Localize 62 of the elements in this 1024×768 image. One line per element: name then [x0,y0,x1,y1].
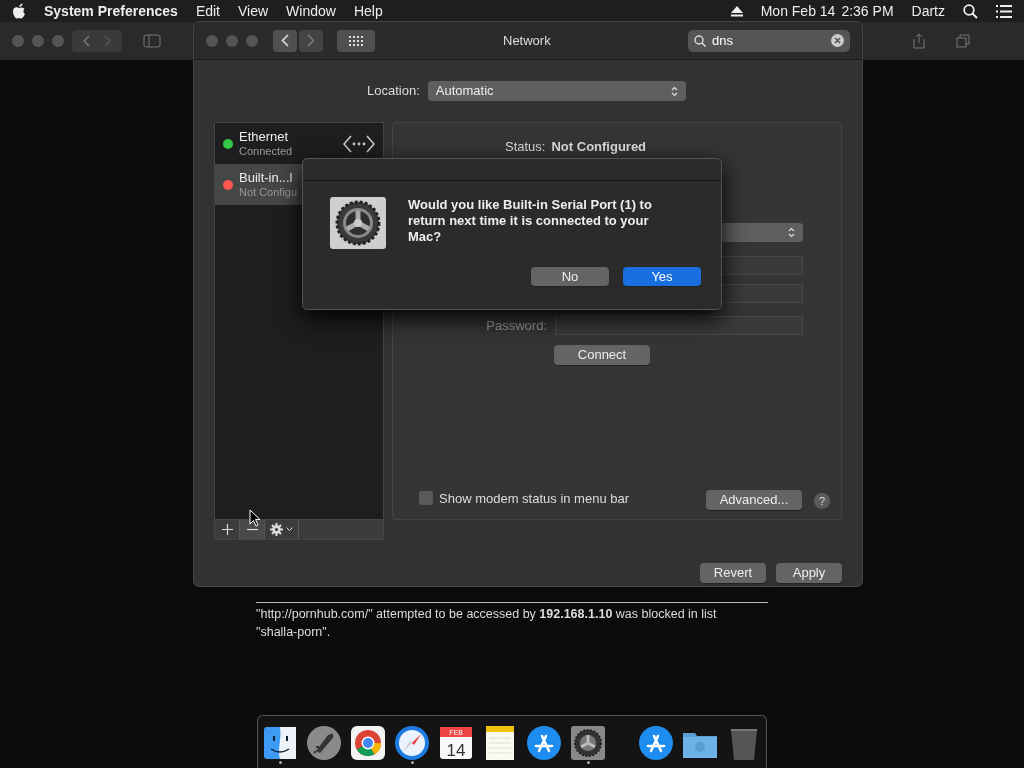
gear-icon [330,197,386,249]
footer-button[interactable]: Revert [700,563,766,583]
duplicate-icon[interactable] [956,34,970,48]
password-field[interactable] [555,315,803,335]
app-menu[interactable]: System Preferences [44,0,178,22]
blocked-notice: "http://pornhub.com/" attempted to be accessed by 192.168.1.10 was blocked in list "shalla-porn". [256,606,718,641]
a-shape-icon[interactable] [638,725,674,761]
location-popup[interactable]: Automatic [427,81,686,101]
search-icon [694,34,706,47]
service-name: Built-in...l [239,171,294,186]
service-name: Ethernet [239,130,290,145]
caret-icon [286,527,294,532]
list-icon[interactable] [996,4,1012,18]
gear-icon [269,523,283,536]
user-menu[interactable]: Dartz [911,0,945,22]
back-button[interactable] [272,29,297,52]
a-shape-icon[interactable] [526,725,562,761]
menu-item[interactable]: Help [353,0,383,22]
menu-item[interactable]: Edit [195,0,220,22]
service-status: Connected [239,144,293,157]
smiling-face-icon[interactable] [262,725,298,761]
eject-icon[interactable] [730,5,743,17]
chevron-left-icon [280,34,289,47]
apple-icon[interactable] [12,3,26,19]
dialog-message: Would you like Built-in Serial Port (1) to return next time it is connected to your Mac? [408,197,653,246]
checkbox-label: Show modem status in menu bar [439,489,630,508]
grid-icon [349,35,363,46]
show-all-button[interactable] [337,29,375,52]
remove-button[interactable] [240,520,265,539]
password-label: Password: [485,316,547,335]
location-label: Location: [367,82,420,101]
dialog-button[interactable]: Yes [623,267,701,286]
sidebar-icon[interactable] [143,34,161,48]
checkbox[interactable] [419,491,433,506]
status-label: Status: [505,138,546,156]
search-icon[interactable] [963,3,978,19]
plus-icon [221,524,233,535]
chevron-right-icon [306,34,315,47]
ethernet-icon [343,133,375,154]
search-field[interactable]: dns [688,29,850,52]
help-button[interactable]: ? [814,493,830,509]
color-ring-icon[interactable] [350,725,386,761]
compass-icon[interactable] [394,725,430,761]
share-icon[interactable] [912,33,926,49]
footer-button[interactable]: Apply [776,563,842,583]
menu-item[interactable]: View [238,0,269,22]
chevrons-icon [670,85,678,97]
service-status: Not Configu [239,185,298,198]
status-value: Not Configured [551,138,647,156]
connect-button[interactable]: Connect [554,345,650,365]
advanced-button[interactable]: Advanced... [706,490,802,510]
chevrons-icon [788,226,795,238]
menu-item[interactable]: Window [286,0,336,22]
dialog-button[interactable]: No [531,267,609,286]
gear-icon[interactable] [570,725,606,761]
window-title: Network [503,31,551,50]
menu-bar-time[interactable]: 2:36 PM [841,0,894,22]
service-item[interactable]: Ethernet Connected [215,123,383,164]
rocket-icon[interactable] [306,725,342,761]
menu-bar-date[interactable]: Mon Feb 14 [760,0,836,22]
clear-icon[interactable] [831,34,844,47]
mouse-pointer-icon [249,509,260,527]
